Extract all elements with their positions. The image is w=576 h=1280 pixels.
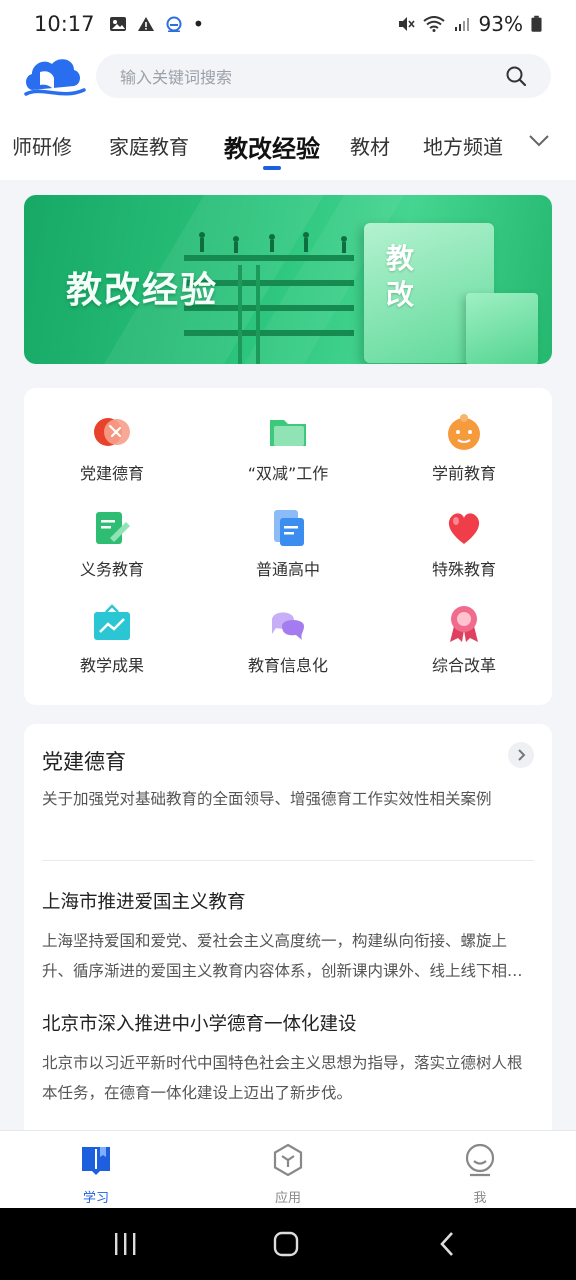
battery-percent: 93% [478, 12, 523, 36]
news-more-button[interactable] [508, 742, 534, 768]
signal-icon [454, 18, 469, 31]
banner-book-small [466, 293, 538, 364]
news-card: 党建德育 关于加强党对基础教育的全面领导、增强德育工作实效性相关案例 上海市推进… [24, 724, 552, 1144]
category-special-education[interactable]: 特殊教育 [376, 484, 552, 580]
category-label: 党建德育 [79, 464, 144, 483]
app-logo[interactable] [22, 52, 86, 102]
article-title: 北京市深入推进中小学德育一体化建设 [42, 1014, 357, 1035]
banner-book-text: 教改 [386, 242, 415, 311]
app-header: 输入关键词搜索 [0, 48, 576, 106]
category-teaching-results[interactable]: 教学成果 [24, 580, 200, 676]
chevron-down-icon[interactable] [528, 134, 550, 148]
system-navigation-bar [0, 1208, 576, 1280]
divider [42, 860, 534, 861]
category-label: 特殊教育 [431, 560, 496, 579]
search-bar[interactable]: 输入关键词搜索 [96, 54, 551, 98]
home-icon[interactable] [272, 1230, 300, 1258]
category-label: 综合改革 [431, 656, 496, 675]
document-stack-icon [274, 510, 304, 546]
bottom-navigation: 学习 应用 我 [0, 1130, 576, 1208]
chart-board-icon [94, 604, 130, 640]
tab-family-education[interactable]: 家庭教育 [109, 131, 189, 160]
news-section-description: 关于加强党对基础教育的全面领导、增强德育工作实效性相关案例 [42, 790, 492, 808]
chat-bubbles-icon [272, 612, 304, 640]
tab-reform-experience[interactable]: 教改经验 [224, 129, 320, 164]
apps-hexagon-icon [273, 1143, 303, 1177]
book-icon [82, 1147, 110, 1175]
nav-study[interactable]: 学习 [0, 1131, 192, 1209]
nav-label: 应用 [274, 1191, 301, 1206]
category-party-building[interactable]: 党建德育 [24, 388, 200, 484]
nav-apps[interactable]: 应用 [192, 1131, 384, 1209]
category-label: 普通高中 [255, 560, 320, 579]
category-label: 义务教育 [79, 560, 144, 579]
heart-icon [448, 513, 480, 544]
notification-dot: • [192, 12, 205, 36]
party-building-icon [94, 418, 130, 446]
battery-icon [531, 15, 542, 32]
mute-icon [398, 17, 415, 31]
category-double-reduction[interactable]: “双减”工作 [200, 388, 376, 484]
image-notification-icon [109, 17, 126, 31]
article-summary: 上海坚持爱国和爱党、爱社会主义高度统一，构建纵向衔接、螺旋上升、循序渐进的爱国主… [42, 932, 523, 980]
warning-icon [137, 17, 154, 31]
status-left: 10:17 • [34, 12, 204, 36]
medal-icon [450, 606, 478, 642]
wifi-icon [422, 16, 445, 32]
article-title: 上海市推进爱国主义教育 [42, 892, 246, 913]
category-preschool[interactable]: 学前教育 [376, 388, 552, 484]
search-placeholder: 输入关键词搜索 [120, 68, 233, 87]
category-informatization[interactable]: 教育信息化 [200, 580, 376, 676]
book-edit-icon [96, 512, 130, 544]
article-item[interactable]: 北京市深入推进中小学德育一体化建设 北京市以习近平新时代中国特色社会主义思想为指… [42, 1010, 534, 1108]
nav-label: 我 [473, 1191, 487, 1206]
tab-teacher-training[interactable]: 师研修 [12, 131, 72, 160]
browser-notification-icon [166, 16, 182, 32]
folder-icon [270, 420, 306, 446]
hero-banner[interactable]: 教改经验 教改 [24, 195, 552, 364]
tab-local-channel[interactable]: 地方频道 [423, 131, 503, 160]
news-section-title[interactable]: 党建德育 [42, 746, 126, 776]
category-grid: 党建德育 “双减”工作 学前教育 义务教育 普通高中 特殊教育 教学成果 教育信… [24, 388, 552, 705]
nav-me[interactable]: 我 [384, 1131, 576, 1209]
chevron-right-icon [518, 749, 526, 761]
category-label: 教学成果 [79, 656, 144, 675]
category-label: “双减”工作 [247, 464, 329, 483]
status-right: 93% [397, 12, 542, 36]
status-time: 10:17 [34, 12, 95, 36]
category-comprehensive-reform[interactable]: 综合改革 [376, 580, 552, 676]
category-label: 学前教育 [431, 464, 496, 483]
active-tab-indicator [263, 166, 281, 170]
status-bar: 10:17 • 93% [0, 0, 576, 48]
article-summary: 北京市以习近平新时代中国特色社会主义思想为指导，落实立德树人根本任务，在德育一体… [42, 1054, 523, 1102]
search-icon[interactable] [505, 65, 527, 87]
category-compulsory[interactable]: 义务教育 [24, 484, 200, 580]
child-face-icon [448, 414, 480, 450]
profile-icon [465, 1143, 495, 1177]
recent-apps-icon[interactable] [112, 1230, 138, 1258]
back-icon[interactable] [436, 1230, 458, 1258]
tab-textbooks[interactable]: 教材 [350, 131, 390, 160]
category-high-school[interactable]: 普通高中 [200, 484, 376, 580]
category-tabs: 师研修 家庭教育 教改经验 教材 地方频道 [0, 106, 576, 180]
category-label: 教育信息化 [247, 656, 328, 675]
nav-label: 学习 [82, 1191, 109, 1206]
banner-title: 教改经验 [66, 270, 219, 311]
article-item[interactable]: 上海市推进爱国主义教育 上海坚持爱国和爱党、爱社会主义高度统一，构建纵向衔接、螺… [42, 888, 534, 986]
